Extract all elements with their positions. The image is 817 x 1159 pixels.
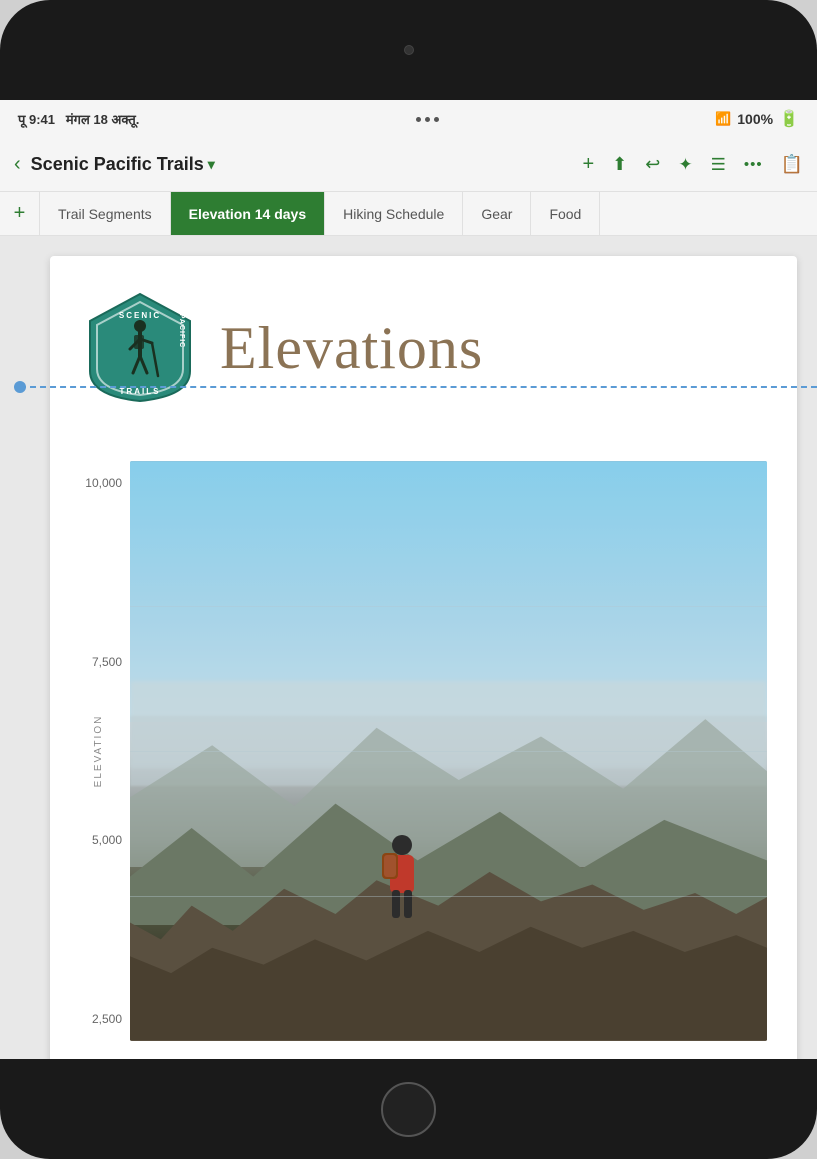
time-text: पू 9:41: [18, 112, 55, 127]
tab-label: Food: [549, 206, 581, 222]
tab-gear[interactable]: Gear: [463, 192, 531, 236]
selection-line: [20, 386, 817, 388]
tab-label: Gear: [481, 206, 512, 222]
share-button[interactable]: ⬆: [612, 154, 627, 175]
tab-trail-segments[interactable]: Trail Segments: [40, 192, 171, 236]
selection-handle[interactable]: [14, 381, 26, 393]
device: पू 9:41 मंगल 18 अक्तू. 📶 100% 🔋 ‹ Scenic…: [0, 0, 817, 1159]
grid-line-2500: [130, 896, 767, 897]
date-text: मंगल 18 अक्तू.: [66, 112, 140, 127]
title-chevron-icon[interactable]: ▾: [208, 156, 215, 173]
bottom-bezel: [0, 1059, 817, 1159]
content-area: SCENIC PACIFIC TRAILS Elevations: [0, 236, 817, 1059]
wifi-icon: 📶: [715, 111, 731, 127]
chart-grid: [130, 461, 767, 1041]
pin-button[interactable]: ✦: [678, 155, 692, 175]
doc-button[interactable]: 📋: [781, 154, 803, 175]
battery-icon: 🔋: [779, 109, 799, 129]
grid-line-10000: [130, 461, 767, 462]
more-button[interactable]: •••: [744, 156, 763, 173]
tab-label: Trail Segments: [58, 206, 152, 222]
grid-line-7500: [130, 606, 767, 607]
mountain-photo: [130, 461, 767, 1041]
status-dots: [416, 117, 439, 122]
tabs-bar: + Trail Segments Elevation 14 days Hikin…: [0, 192, 817, 236]
page: SCENIC PACIFIC TRAILS Elevations: [50, 256, 797, 1059]
chart-y-axis: ELEVATION 10,000 7,500 5,000 2,500: [80, 461, 130, 1041]
add-button[interactable]: +: [582, 153, 594, 176]
add-tab-button[interactable]: +: [0, 192, 40, 236]
tab-food[interactable]: Food: [531, 192, 600, 236]
svg-text:PACIFIC: PACIFIC: [178, 314, 185, 348]
y-tick-10000: 10,000: [80, 476, 122, 490]
dot1: [416, 117, 421, 122]
tab-label: Hiking Schedule: [343, 206, 444, 222]
toolbar-actions: + ⬆ ↩ ✦ ☰ ••• 📋: [582, 153, 803, 176]
status-right: 📶 100% 🔋: [715, 109, 799, 129]
logo-badge: SCENIC PACIFIC TRAILS: [80, 286, 200, 411]
svg-text:SCENIC: SCENIC: [119, 311, 161, 320]
toolbar: ‹ Scenic Pacific Trails ▾ + ⬆ ↩ ✦ ☰ ••• …: [0, 138, 817, 192]
y-tick-5000: 5,000: [80, 833, 122, 847]
chart-section: ELEVATION 10,000 7,500 5,000 2,500: [80, 461, 767, 1041]
y-tick-2500: 2,500: [80, 1012, 122, 1026]
page-title: Elevations: [220, 314, 483, 383]
camera: [404, 45, 414, 55]
status-bar: पू 9:41 मंगल 18 अक्तू. 📶 100% 🔋: [0, 100, 817, 138]
document-title: Scenic Pacific Trails ▾: [31, 154, 573, 175]
back-button[interactable]: ‹: [14, 153, 21, 176]
y-axis-label: ELEVATION: [93, 715, 104, 788]
status-time: पू 9:41 मंगल 18 अक्तू.: [18, 110, 139, 128]
home-button[interactable]: [381, 1082, 436, 1137]
grid-line-5000: [130, 751, 767, 752]
top-bezel: [0, 0, 817, 100]
dot2: [425, 117, 430, 122]
y-tick-7500: 7,500: [80, 655, 122, 669]
screen: पू 9:41 मंगल 18 अक्तू. 📶 100% 🔋 ‹ Scenic…: [0, 100, 817, 1059]
align-button[interactable]: ☰: [711, 155, 726, 175]
tab-hiking-schedule[interactable]: Hiking Schedule: [325, 192, 463, 236]
chart-area: [130, 461, 767, 1041]
undo-button[interactable]: ↩: [645, 154, 660, 175]
title-text: Scenic Pacific Trails: [31, 154, 204, 175]
tab-label: Elevation 14 days: [189, 206, 307, 222]
svg-text:TRAILS: TRAILS: [120, 387, 161, 396]
battery-label: 100%: [737, 111, 773, 127]
tab-elevation-14-days[interactable]: Elevation 14 days: [171, 192, 326, 236]
page-header: SCENIC PACIFIC TRAILS Elevations: [80, 286, 767, 411]
dot3: [434, 117, 439, 122]
